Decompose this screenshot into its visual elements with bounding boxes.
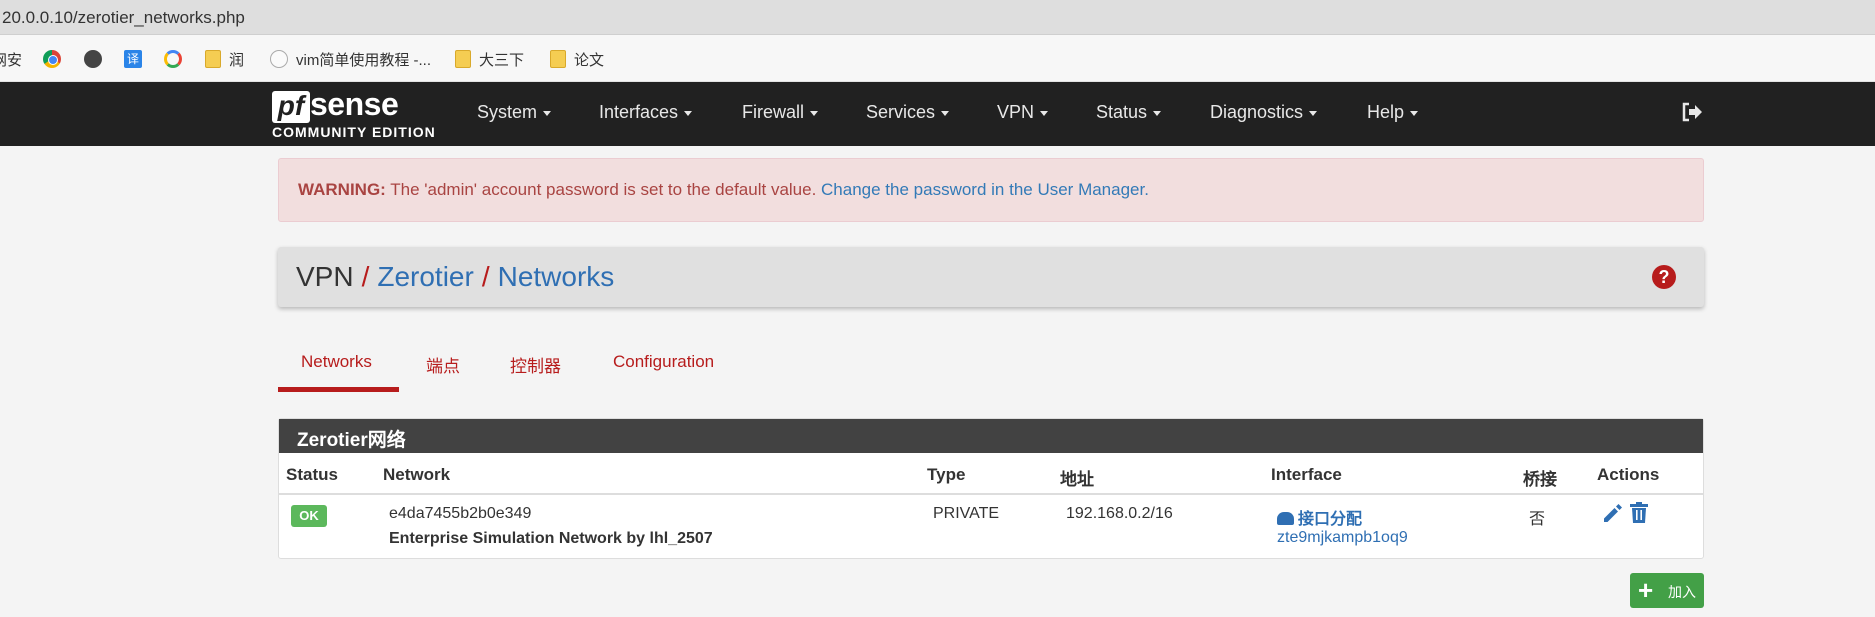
bookmark-github[interactable] [84, 48, 110, 70]
nav-label: Services [866, 102, 936, 122]
column-header-network: Network [383, 465, 451, 484]
address-bar[interactable]: 20.0.0.10/zerotier_networks.php [0, 0, 1875, 35]
nav-label: Status [1096, 102, 1148, 122]
interface-assign-link[interactable]: 接口分配 [1277, 505, 1362, 529]
nav-firewall[interactable]: Firewall [742, 102, 819, 123]
logo-edition: COMMUNITY EDITION [272, 124, 436, 140]
network-id: e4da7455b2b0e349 [389, 505, 532, 522]
tab-endpoints[interactable]: 端点 [426, 352, 460, 377]
edit-pencil-icon[interactable] [1601, 501, 1625, 525]
network-name: Enterprise Simulation Network by lhl_250… [389, 530, 713, 547]
nav-services[interactable]: Services [866, 102, 950, 123]
bookmark-label: 论文 [574, 51, 605, 69]
pfsense-logo[interactable]: pf sense COMMUNITY EDITION [272, 86, 447, 140]
add-button-label: 加入 [1668, 584, 1696, 600]
bookmark-label: 大三下 [479, 51, 525, 69]
zerotier-networks-panel: Zerotier网络 Status Network Type 地址 Interf… [278, 418, 1704, 559]
tab-networks[interactable]: Networks [301, 352, 372, 372]
github-icon [84, 50, 102, 68]
status-badge: OK [291, 505, 327, 527]
panel-title: Zerotier网络 [279, 419, 1703, 453]
user-manager-link[interactable]: Change the password in the User Manager. [821, 180, 1149, 199]
bookmark-chrome[interactable] [43, 48, 69, 70]
folder-icon [205, 50, 221, 68]
nav-system[interactable]: System [477, 102, 552, 123]
nav-label: VPN [997, 102, 1035, 122]
caret-down-icon [1040, 110, 1049, 116]
bookmark-dasanxia[interactable]: 大三下 [455, 48, 524, 70]
bookmark-run[interactable]: 润 [205, 48, 244, 70]
breadcrumb-panel: VPN / Zerotier / Networks ? [278, 247, 1704, 307]
breadcrumb-vpn: VPN [296, 261, 354, 292]
nav-status[interactable]: Status [1096, 102, 1162, 123]
active-tab-indicator [278, 387, 399, 392]
caret-down-icon [810, 110, 819, 116]
breadcrumb-networks[interactable]: Networks [498, 261, 615, 292]
bookmark-translate[interactable]: 译 [124, 48, 150, 70]
nav-label: Firewall [742, 102, 805, 122]
caret-down-icon [941, 110, 950, 116]
network-interface-icon [1277, 512, 1294, 525]
url-text[interactable]: 20.0.0.10/zerotier_networks.php [2, 8, 245, 28]
tab-bar: Networks 端点 控制器 Configuration [278, 346, 778, 394]
caret-down-icon [543, 110, 552, 116]
interface-id-link[interactable]: zte9mjkampb1oq9 [1277, 529, 1408, 547]
caret-down-icon [1153, 110, 1162, 116]
add-network-button[interactable]: + 加入 [1630, 573, 1704, 608]
bookmark-lunwen[interactable]: 论文 [550, 48, 604, 70]
network-type: PRIVATE [933, 505, 1000, 522]
nav-help[interactable]: Help [1367, 102, 1419, 123]
logo-pf: pf [272, 91, 310, 123]
tab-configuration[interactable]: Configuration [613, 352, 714, 372]
network-address: 192.168.0.2/16 [1066, 505, 1173, 522]
breadcrumb-separator: / [361, 261, 370, 292]
bookmarks-bar: 网安 译 润 vim简单使用教程 -... 大三下 论文 [0, 35, 1875, 82]
warning-label: WARNING: [298, 180, 386, 199]
bookmark-wangan[interactable]: 网安 [0, 48, 22, 70]
breadcrumb: VPN / Zerotier / Networks [296, 261, 614, 293]
interface-assign-label: 接口分配 [1298, 511, 1363, 528]
bridge-value: 否 [1529, 511, 1546, 528]
bookmark-label: 网安 [0, 51, 23, 69]
google-icon [164, 50, 182, 68]
page-icon [270, 50, 288, 68]
default-password-warning: WARNING: The 'admin' account password is… [278, 158, 1704, 222]
warning-text: The 'admin' account password is set to t… [385, 180, 822, 199]
chrome-icon [43, 50, 61, 68]
help-icon[interactable]: ? [1652, 265, 1676, 289]
column-header-bridge: 桥接 [1523, 470, 1557, 489]
logout-icon[interactable] [1680, 100, 1704, 124]
nav-diagnostics[interactable]: Diagnostics [1210, 102, 1318, 123]
bookmark-google[interactable] [164, 48, 190, 70]
nav-label: System [477, 102, 538, 122]
plus-icon: + [1638, 575, 1654, 605]
breadcrumb-zerotier[interactable]: Zerotier [377, 261, 473, 292]
column-header-status: Status [286, 465, 338, 484]
caret-down-icon [1309, 110, 1318, 116]
folder-icon [550, 50, 566, 68]
nav-label: Interfaces [599, 102, 679, 122]
nav-vpn[interactable]: VPN [997, 102, 1049, 123]
column-header-type: Type [927, 465, 966, 484]
nav-label: Diagnostics [1210, 102, 1304, 122]
tab-controller[interactable]: 控制器 [510, 352, 561, 377]
nav-interfaces[interactable]: Interfaces [599, 102, 693, 123]
column-header-actions: Actions [1597, 465, 1660, 484]
logo-sense: sense [310, 86, 399, 122]
breadcrumb-separator: / [481, 261, 490, 292]
caret-down-icon [1410, 110, 1419, 116]
nav-label: Help [1367, 102, 1405, 122]
bookmark-vim[interactable]: vim简单使用教程 -... [270, 48, 431, 70]
bookmark-label: vim简单使用教程 -... [296, 51, 431, 69]
header-divider [279, 493, 1703, 495]
translate-icon: 译 [124, 50, 142, 68]
folder-icon [455, 50, 471, 68]
top-navbar: pf sense COMMUNITY EDITION System Interf… [0, 82, 1875, 146]
column-header-address: 地址 [1060, 470, 1094, 489]
bookmark-label: 润 [229, 51, 245, 69]
delete-trash-icon[interactable] [1627, 501, 1651, 525]
column-header-interface: Interface [1271, 465, 1342, 484]
caret-down-icon [684, 110, 693, 116]
